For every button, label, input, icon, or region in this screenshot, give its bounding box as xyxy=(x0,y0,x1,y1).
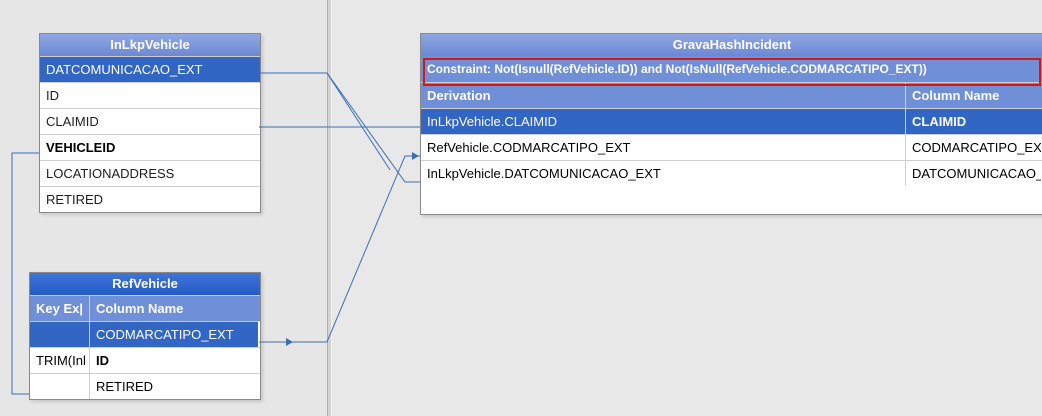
gravahashincident-link-table[interactable]: GravaHashIncident Constraint: Not(Isnull… xyxy=(420,33,1042,215)
inlkpvehicle-link-table[interactable]: InLkpVehicle DATCOMUNICACAO_EXT ID CLAIM… xyxy=(39,33,261,213)
refvehicle-key-cell[interactable] xyxy=(30,374,90,399)
refvehicle-key-cell[interactable] xyxy=(30,322,90,347)
grava-column-cell[interactable]: CODMARCATIPO_EXT xyxy=(906,135,1041,160)
inlkp-row-vehicleid[interactable]: VEHICLEID xyxy=(40,134,260,160)
gravahashincident-title: GravaHashIncident xyxy=(421,34,1042,56)
refvehicle-column-cell[interactable]: RETIRED xyxy=(90,374,258,399)
grava-derivation-cell[interactable]: InLkpVehicle.DATCOMUNICACAO_EXT xyxy=(421,161,906,186)
refvehicle-header-key[interactable]: Key Ex| xyxy=(30,296,90,321)
transformer-editor-canvas: InLkpVehicle DATCOMUNICACAO_EXT ID CLAIM… xyxy=(0,0,1042,416)
inlkpvehicle-title: InLkpVehicle xyxy=(40,34,260,56)
refvehicle-header-row: Key Ex| Column Name xyxy=(30,295,260,321)
grava-column-cell[interactable]: CLAIMID xyxy=(906,109,1041,134)
refvehicle-title: RefVehicle xyxy=(30,273,260,295)
grava-header-derivation[interactable]: Derivation xyxy=(421,83,906,108)
refvehicle-link-table[interactable]: RefVehicle Key Ex| Column Name CODMARCATI… xyxy=(29,272,261,400)
inlkp-row-locationaddress[interactable]: LOCATIONADDRESS xyxy=(40,160,260,186)
inlkp-row-claimid[interactable]: CLAIMID xyxy=(40,108,260,134)
grava-row-datcomunicacao[interactable]: InLkpVehicle.DATCOMUNICACAO_EXT DATCOMUNI… xyxy=(421,160,1042,186)
grava-column-cell[interactable]: DATCOMUNICACAO_ xyxy=(906,161,1041,186)
refvehicle-header-column[interactable]: Column Name xyxy=(90,296,258,321)
inlkp-row-id[interactable]: ID xyxy=(40,82,260,108)
grava-row-codmarcatipo[interactable]: RefVehicle.CODMARCATIPO_EXT CODMARCATIPO_… xyxy=(421,134,1042,160)
grava-row-claimid[interactable]: InLkpVehicle.CLAIMID CLAIMID xyxy=(421,108,1042,134)
constraint-highlight-box xyxy=(423,58,1041,86)
grava-header-column[interactable]: Column Name xyxy=(906,83,1041,108)
refvehicle-key-cell[interactable]: TRIM(Inl xyxy=(30,348,90,373)
grava-derivation-cell[interactable]: InLkpVehicle.CLAIMID xyxy=(421,109,906,134)
inlkp-row-datcomunicacao[interactable]: DATCOMUNICACAO_EXT xyxy=(40,56,260,82)
grava-derivation-cell[interactable]: RefVehicle.CODMARCATIPO_EXT xyxy=(421,135,906,160)
refvehicle-row-id[interactable]: TRIM(Inl ID xyxy=(30,347,260,373)
refvehicle-row-codmarcatipo[interactable]: CODMARCATIPO_EXT xyxy=(30,321,260,347)
refvehicle-column-cell[interactable]: CODMARCATIPO_EXT xyxy=(90,322,258,347)
refvehicle-column-cell[interactable]: ID xyxy=(90,348,258,373)
refvehicle-row-retired[interactable]: RETIRED xyxy=(30,373,260,399)
inlkp-row-retired[interactable]: RETIRED xyxy=(40,186,260,212)
